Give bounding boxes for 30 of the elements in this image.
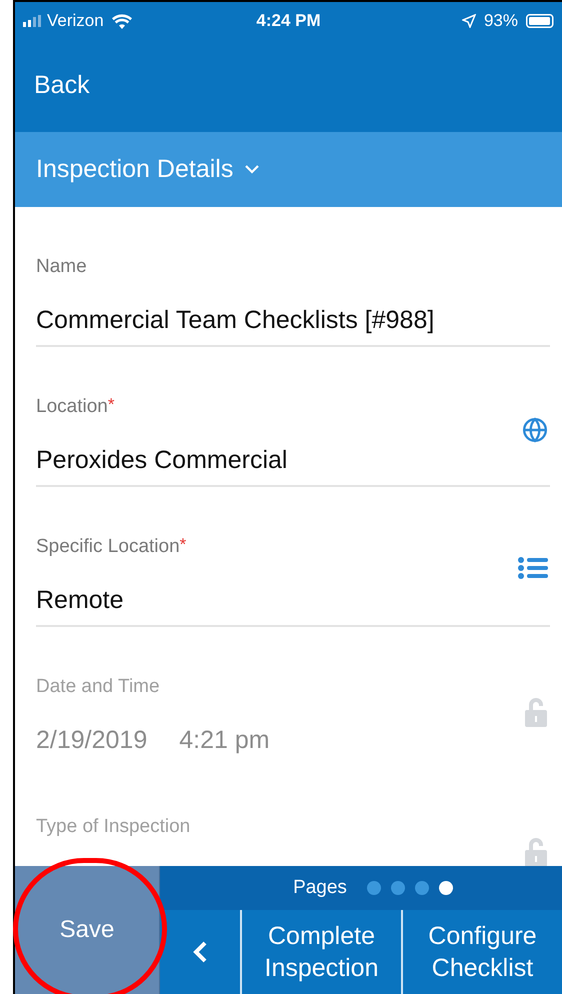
field-label: Type of Inspection [36,815,190,839]
field-value: Commercial Team Checklists [#988] [36,305,434,335]
required-mark: * [180,535,186,556]
carrier-name: Verizon [47,10,104,32]
clock-time: 4:24 PM [256,10,321,32]
action-button[interactable]: Complete Inspection [242,910,403,994]
field-value: 4:21 pm [179,725,270,755]
save-button[interactable]: Save [15,866,160,994]
location-arrow-icon [462,14,476,28]
field-value: 2/19/2019 [36,725,148,755]
list-icon[interactable] [518,557,548,579]
field-label: Name [36,255,87,279]
field-label: Specific Location [36,535,180,559]
back-button[interactable]: Back [34,67,90,105]
section-header[interactable]: Inspection Details [15,132,562,207]
lock-icon [524,837,548,866]
chevron-left-icon [193,941,207,963]
globe-icon[interactable] [522,417,548,443]
field-value: Peroxides Commercial [36,445,288,475]
battery-icon [526,14,554,28]
lock-icon [524,697,548,727]
wifi-icon [112,14,132,28]
pages-label: Pages [293,876,347,900]
signal-icon [23,15,43,27]
action-button[interactable]: Configure Checklist [403,910,562,994]
required-mark: * [108,395,114,416]
field-value: Remote [36,585,124,615]
field-label: Date and Time [36,675,160,699]
field-label: Location [36,395,108,419]
battery-percent: 93% [484,10,518,32]
